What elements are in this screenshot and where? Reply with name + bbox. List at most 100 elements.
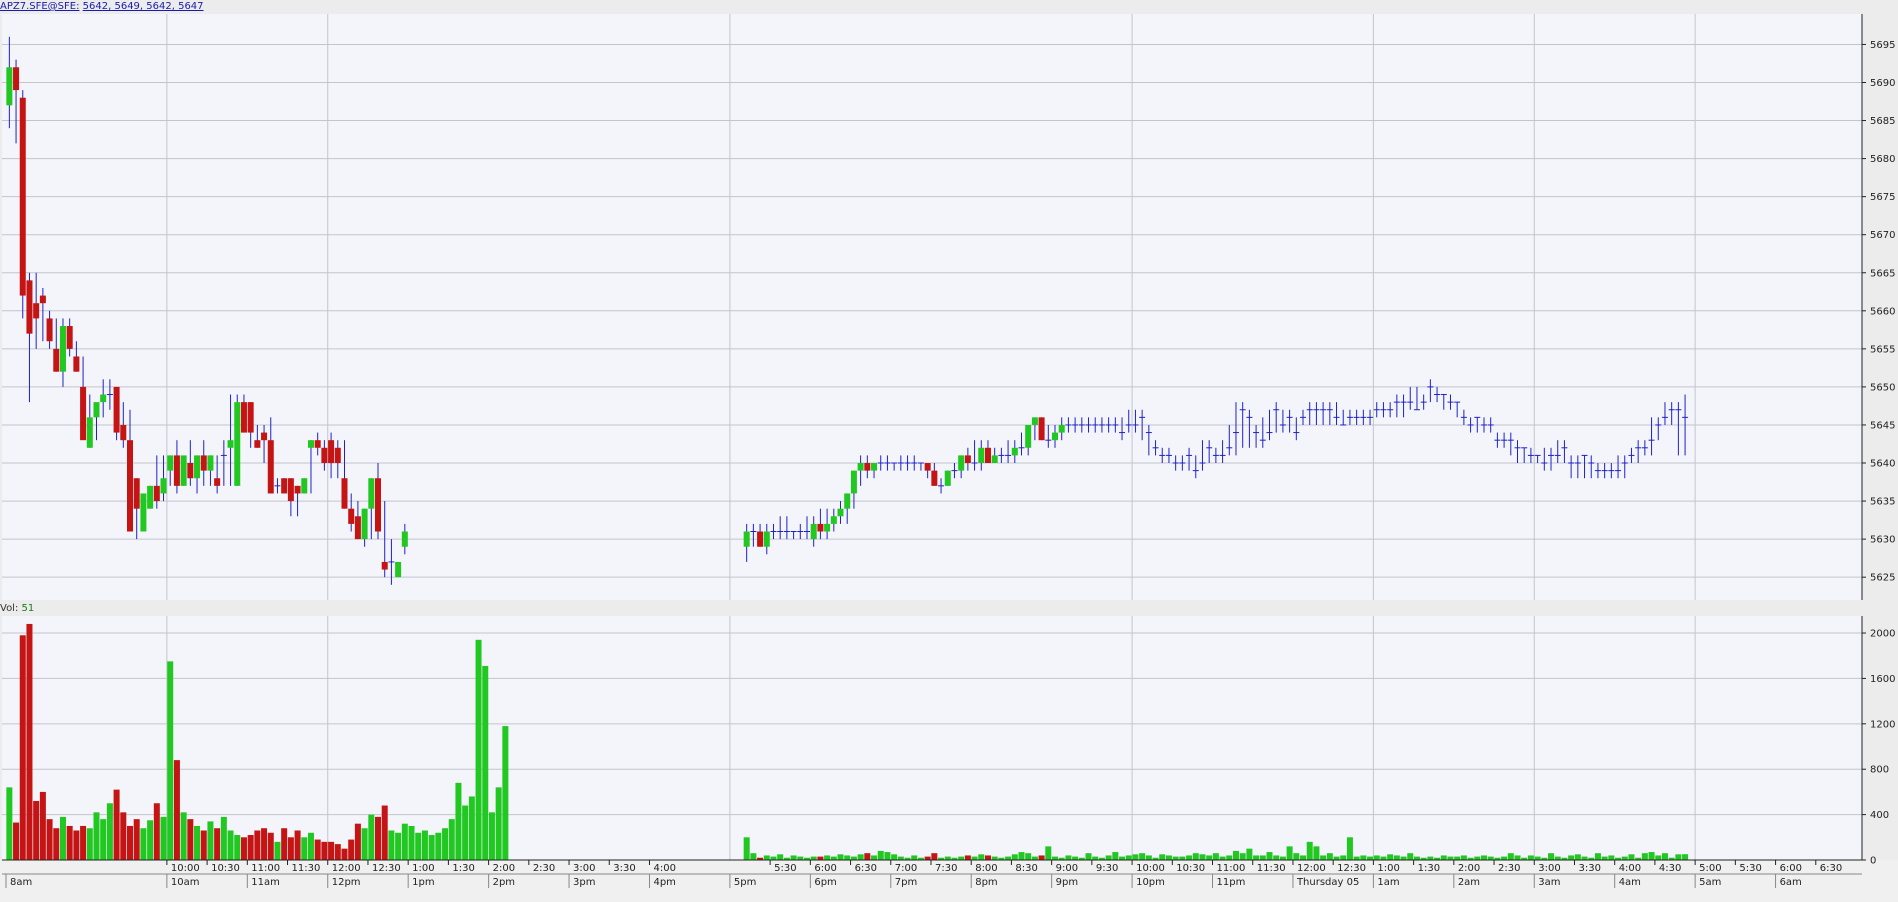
candle-body xyxy=(991,455,998,464)
volume-bar xyxy=(1132,854,1139,860)
volume-bar xyxy=(234,835,241,860)
candle-body xyxy=(763,531,770,547)
date-tick-label: 2pm xyxy=(493,877,515,888)
volume-bar xyxy=(1005,856,1012,860)
time-tick-label: 6:30 xyxy=(1820,863,1842,874)
volume-bar xyxy=(1675,854,1682,860)
volume-bar xyxy=(1253,855,1260,860)
date-tick-label: 10pm xyxy=(1136,877,1165,888)
volume-bar xyxy=(475,639,482,860)
volume-tick-label: 2000 xyxy=(1870,629,1895,640)
volume-bar xyxy=(395,832,402,860)
time-tick-label: 5:00 xyxy=(1699,863,1721,874)
time-tick-label: 9:00 xyxy=(1056,863,1078,874)
candle-body xyxy=(1011,447,1018,456)
volume-bar xyxy=(1594,853,1601,860)
candle-body xyxy=(281,478,288,494)
volume-bar xyxy=(1447,856,1454,860)
volume-bar xyxy=(1380,856,1387,860)
time-tick-label: 6:00 xyxy=(814,863,836,874)
candle-body xyxy=(301,478,308,494)
volume-bar xyxy=(1413,856,1420,860)
volume-bar xyxy=(334,844,341,860)
volume-bar xyxy=(39,791,46,860)
volume-bar xyxy=(408,825,415,860)
volume-bar xyxy=(66,825,73,860)
time-tick-label: 4:00 xyxy=(1619,863,1641,874)
volume-bar xyxy=(1454,856,1461,860)
date-tick-label: 3pm xyxy=(573,877,595,888)
candle-body xyxy=(944,470,951,486)
volume-bar xyxy=(207,821,214,860)
volume-bar xyxy=(488,812,495,860)
volume-bar xyxy=(13,822,20,860)
volume-bar xyxy=(817,856,824,860)
volume-bar xyxy=(770,856,777,860)
volume-bar xyxy=(301,837,308,860)
volume-bar xyxy=(227,830,234,860)
candle-body xyxy=(19,97,26,296)
candle-body xyxy=(53,348,60,372)
candle-body xyxy=(314,440,321,448)
time-tick-label: 11:30 xyxy=(292,863,321,874)
candle-body xyxy=(328,440,335,464)
candle-body xyxy=(26,280,33,334)
volume-bar xyxy=(1293,853,1300,860)
candle-body xyxy=(864,463,871,471)
volume-bar xyxy=(73,830,80,860)
volume-bar xyxy=(1232,850,1239,860)
volume-bar xyxy=(1139,853,1146,860)
volume-bar xyxy=(1186,855,1193,860)
candlestick-chart[interactable]: 5625 5630 5635 5640 5645 5650 5655 5660 5665 5670… xyxy=(0,0,1898,902)
candle-body xyxy=(824,523,831,532)
volume-bar xyxy=(442,828,449,860)
time-tick-label: 8:30 xyxy=(1015,863,1037,874)
candle-body xyxy=(39,295,46,304)
volume-bar xyxy=(1206,855,1213,860)
price-tick-label: 5640 xyxy=(1870,459,1895,470)
candle-body xyxy=(334,447,341,464)
volume-bar xyxy=(1266,852,1273,860)
candle-body xyxy=(247,402,254,433)
volume-bar xyxy=(797,856,804,860)
volume-bar xyxy=(113,789,120,860)
volume-bar xyxy=(120,812,127,860)
volume-bar xyxy=(26,623,33,860)
candle-body xyxy=(120,424,127,441)
candle-body xyxy=(401,531,408,547)
volume-bar xyxy=(348,839,355,860)
volume-bar xyxy=(1192,853,1199,860)
time-tick-label: 1:00 xyxy=(412,863,434,874)
volume-bar xyxy=(1286,846,1293,860)
time-tick-label: 8:00 xyxy=(975,863,997,874)
time-tick-label: 10:30 xyxy=(1176,863,1205,874)
volume-bar xyxy=(1648,852,1655,860)
time-tick-label: 6:30 xyxy=(855,863,877,874)
volume-bar xyxy=(1661,853,1668,860)
volume-bar xyxy=(106,803,113,860)
date-tick-label: 8pm xyxy=(975,877,997,888)
volume-bar xyxy=(1387,854,1394,860)
volume-bar xyxy=(482,665,489,860)
volume-bar xyxy=(750,853,757,860)
date-tick-label: 3am xyxy=(1538,877,1560,888)
volume-bar xyxy=(1527,855,1534,860)
candle-body xyxy=(984,447,991,464)
candle-body xyxy=(240,402,247,433)
time-tick-label: 10:30 xyxy=(211,863,240,874)
date-tick-label: 9pm xyxy=(1056,877,1078,888)
candle-body xyxy=(341,478,348,509)
volume-bar xyxy=(462,805,469,860)
volume-bar xyxy=(991,856,998,860)
volume-bar xyxy=(127,825,134,860)
volume-bar xyxy=(1199,854,1206,860)
candle-body xyxy=(140,493,147,532)
price-tick-label: 5645 xyxy=(1870,420,1895,431)
volume-bar xyxy=(1259,855,1266,860)
volume-bar xyxy=(1300,855,1307,860)
time-tick-label: 3:00 xyxy=(1538,863,1560,874)
volume-bar xyxy=(1474,856,1481,860)
time-tick-label: 11:00 xyxy=(1217,863,1246,874)
volume-bar xyxy=(267,832,274,860)
volume-bar xyxy=(59,816,66,860)
